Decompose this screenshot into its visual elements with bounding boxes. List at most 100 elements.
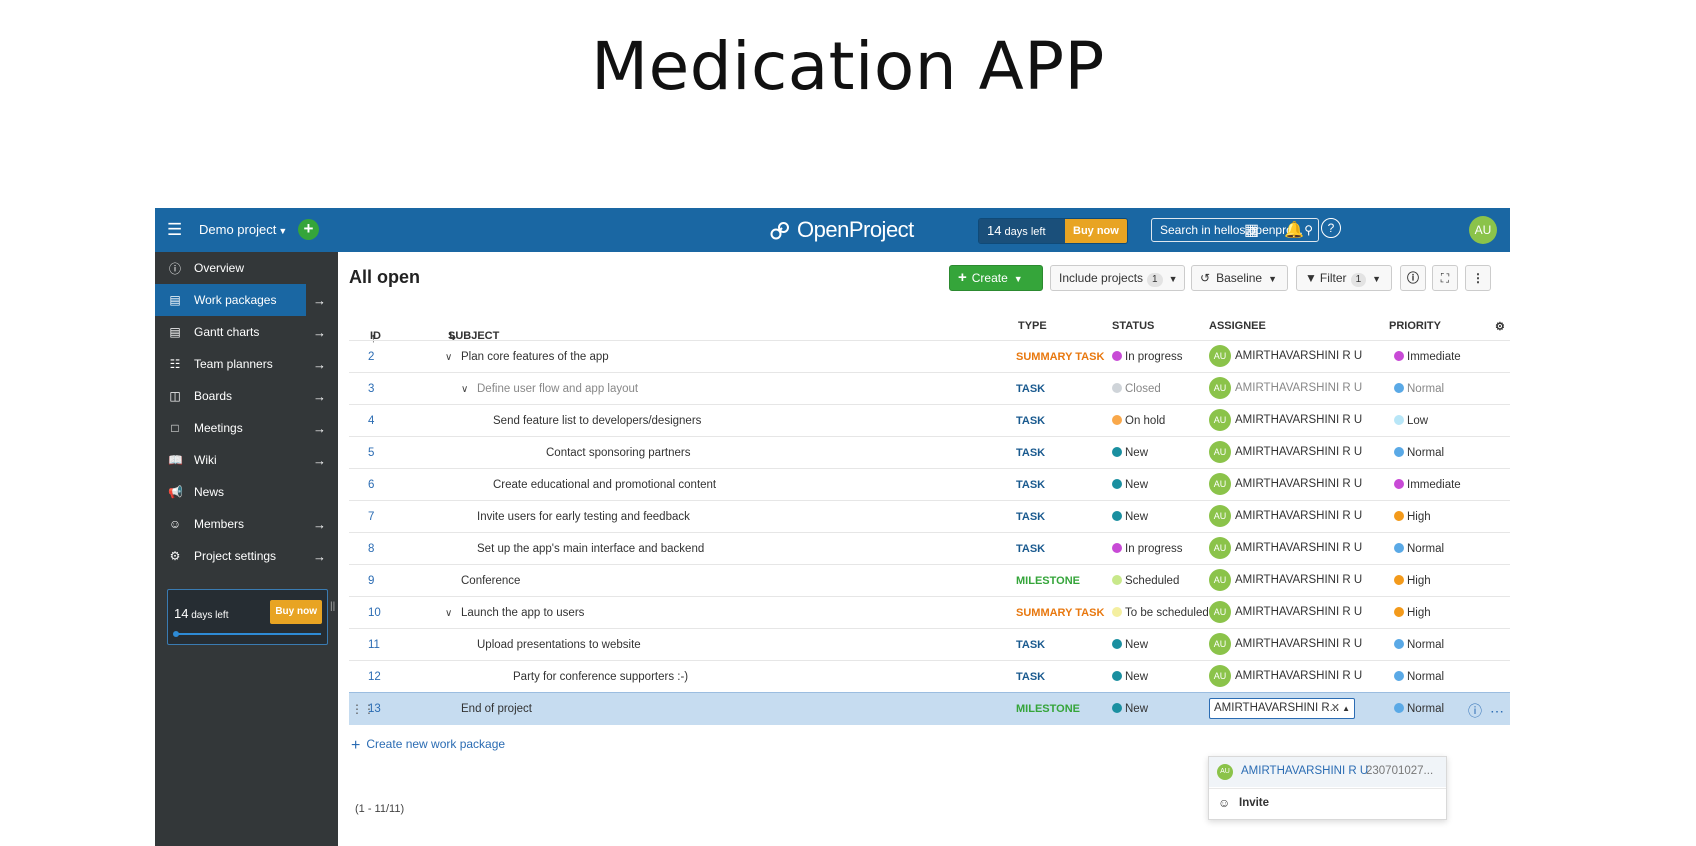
invite-option[interactable]: ☺ Invite (1209, 788, 1446, 819)
column-header-type[interactable]: TYPE (1018, 320, 1047, 332)
avatar: AU (1209, 633, 1231, 655)
search-placeholder: Search in hellos.openpro... (1160, 223, 1303, 237)
avatar: AU (1209, 473, 1231, 495)
work-packages-icon: ▤ (169, 293, 181, 307)
sidebar-item-wiki[interactable]: 📖 Wiki → (155, 444, 338, 476)
caret-up-icon[interactable]: ▲ (1342, 699, 1350, 718)
collapse-chevron-icon[interactable]: ∨ (461, 384, 473, 395)
members-icon: ☺ (168, 517, 182, 531)
create-button[interactable]: + Create ▼ (949, 265, 1043, 291)
avatar: AU (1209, 505, 1231, 527)
table-row[interactable]: 10 ∨ Launch the app to users SUMMARY TASK… (349, 596, 1510, 629)
baseline-button[interactable]: ↺ Baseline ▼ (1191, 265, 1288, 291)
table-row[interactable]: 11 Upload presentations to website TASK … (349, 628, 1510, 661)
table-row[interactable]: 9 Conference MILESTONE Scheduled AU AMIRT… (349, 564, 1510, 597)
arrow-right-icon[interactable]: → (313, 421, 326, 436)
more-horizontal-icon[interactable]: ⋯ (1490, 703, 1504, 719)
table-row[interactable]: 6 Create educational and promotional con… (349, 468, 1510, 501)
details-view-button[interactable]: ⓘ (1400, 265, 1426, 291)
page-title: All open (349, 267, 420, 287)
table-row-selected[interactable]: ⋮⋮ 13 End of project MILESTONE New AMIRT… (349, 692, 1510, 725)
column-header-status[interactable]: STATUS (1112, 320, 1154, 332)
arrow-right-icon[interactable]: → (313, 549, 326, 564)
trial-progress-bar (173, 631, 321, 637)
table-header: ID ↑ ↳ SUBJECT TYPE STATUS ASSIGNEE PRIO… (370, 320, 1505, 345)
sidebar-item-overview[interactable]: ⓘ Overview (155, 252, 338, 284)
gantt-icon: ▤ (169, 325, 181, 339)
caret-down-icon: ▼ (1013, 274, 1023, 284)
help-icon[interactable]: ? (1321, 218, 1341, 238)
filter-icon: ▼ (1305, 271, 1317, 285)
collapse-chevron-icon[interactable]: ∨ (445, 608, 457, 619)
modules-grid-icon[interactable]: ▦ (1244, 220, 1259, 240)
sidebar-item-work-packages[interactable]: ▤ Work packages → (155, 284, 326, 316)
project-selector[interactable]: Demo project ▼ (199, 222, 287, 237)
column-header-assignee[interactable]: ASSIGNEE (1209, 320, 1266, 332)
table-row[interactable]: 2 ∨ Plan core features of the app SUMMARY… (349, 340, 1510, 373)
plus-icon: + (351, 737, 361, 754)
sidebar-item-boards[interactable]: ◫ Boards → (155, 380, 338, 412)
trial-days: 14 days left (979, 219, 1065, 243)
search-icon[interactable]: ⚲ (1304, 219, 1313, 241)
avatar: AU (1209, 377, 1231, 399)
table-row[interactable]: 3 ∨ Define user flow and app layout TASK … (349, 372, 1510, 405)
table-row[interactable]: 7 Invite users for early testing and fee… (349, 500, 1510, 533)
avatar: AU (1209, 345, 1231, 367)
trial-banner: 14 days left Buy now (978, 218, 1128, 244)
arrow-right-icon[interactable]: → (313, 389, 326, 404)
column-settings-icon[interactable]: ⚙ (1495, 320, 1505, 333)
arrow-right-icon[interactable]: → (313, 325, 326, 340)
buy-now-button[interactable]: Buy now (1065, 219, 1127, 243)
sidebar-trial-banner: 14 days left Buy now (167, 589, 328, 645)
sidebar-buy-now-button[interactable]: Buy now (270, 600, 322, 624)
arrow-right-icon[interactable]: → (313, 293, 326, 308)
arrow-right-icon[interactable]: → (313, 357, 326, 372)
avatar: AU (1209, 601, 1231, 623)
info-icon[interactable]: ⓘ (1468, 703, 1482, 719)
arrow-right-icon[interactable]: → (313, 517, 326, 532)
arrow-right-icon[interactable]: → (313, 453, 326, 468)
logo-text: OpenProject (797, 217, 914, 242)
sidebar-item-team-planners[interactable]: ☷ Team planners → (155, 348, 338, 380)
table-row[interactable]: 5 Contact sponsoring partners TASK New A… (349, 436, 1510, 469)
sidebar-item-gantt-charts[interactable]: ▤ Gantt charts → (155, 316, 338, 348)
meetings-icon: □ (171, 421, 179, 435)
avatar: AU (1209, 569, 1231, 591)
slide-title: Medication APP (591, 28, 1105, 105)
table-row[interactable]: 4 Send feature list to developers/design… (349, 404, 1510, 437)
column-header-priority[interactable]: PRIORITY (1389, 320, 1441, 332)
caret-down-icon: ▼ (1268, 274, 1278, 284)
caret-down-icon: ▼ (1372, 274, 1382, 284)
more-menu-button[interactable]: ⋮ (1465, 265, 1491, 291)
sidebar-item-meetings[interactable]: □ Meetings → (155, 412, 338, 444)
collapse-chevron-icon[interactable]: ∨ (445, 352, 457, 363)
include-projects-button[interactable]: Include projects 1 ▼ (1050, 265, 1185, 291)
more-vertical-icon: ⋮ (1472, 271, 1484, 285)
user-avatar[interactable]: AU (1469, 216, 1497, 244)
assignee-edit-field[interactable]: AMIRTHAVARSHINI R... ✕ ▲ (1209, 698, 1355, 719)
project-name: Demo project (199, 222, 277, 237)
sidebar-trial-days: 14 days left (174, 606, 229, 621)
assignee-option[interactable]: AU AMIRTHAVARSHINI R U 230701027... (1209, 757, 1446, 787)
table-row[interactable]: 8 Set up the app's main interface and ba… (349, 532, 1510, 565)
global-add-button[interactable]: + (298, 219, 319, 240)
info-icon: ⓘ (1406, 271, 1419, 285)
filter-count: 1 (1350, 273, 1367, 287)
sidebar-item-news[interactable]: 📢 News (155, 476, 338, 508)
invite-user-icon: ☺ (1218, 796, 1231, 810)
caret-down-icon: ▼ (278, 226, 288, 236)
hamburger-menu-icon[interactable]: ☰ (167, 220, 182, 240)
team-planner-icon: ☷ (169, 357, 181, 371)
include-projects-count: 1 (1147, 273, 1163, 287)
create-new-work-package-link[interactable]: + Create new work package (351, 737, 505, 755)
openproject-logo[interactable]: OpenProject (770, 217, 914, 243)
sidebar-resize-handle[interactable]: || (330, 601, 335, 612)
filter-button[interactable]: ▼ Filter 1 ▼ (1296, 265, 1392, 291)
notifications-bell-icon[interactable]: 🔔 (1284, 220, 1304, 240)
table-row[interactable]: 12 Party for conference supporters :-) T… (349, 660, 1510, 693)
avatar: AU (1217, 764, 1233, 780)
sidebar-item-project-settings[interactable]: ⚙ Project settings → (155, 540, 338, 572)
fullscreen-button[interactable]: ⛶ (1432, 265, 1458, 291)
sidebar-item-members[interactable]: ☺ Members → (155, 508, 338, 540)
clear-icon[interactable]: ✕ (1331, 699, 1340, 718)
